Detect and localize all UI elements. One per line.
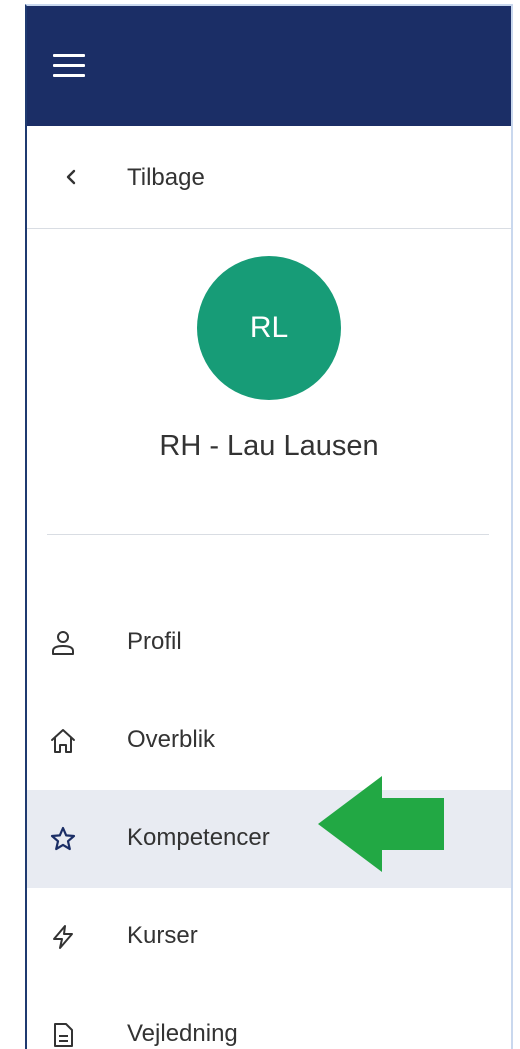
nav-item-profil[interactable]: Profil: [27, 594, 511, 692]
avatar: RL: [197, 256, 341, 400]
document-icon: [54, 1023, 73, 1047]
side-menu: Tilbage RL RH - Lau Lausen Profil Overbl…: [25, 4, 513, 1049]
hamburger-icon[interactable]: [53, 54, 85, 78]
nav-item-vejledning[interactable]: Vejledning: [27, 986, 511, 1049]
star-icon: [50, 826, 76, 851]
user-name: RH - Lau Lausen: [159, 430, 379, 462]
nav-item-label: Kurser: [127, 922, 198, 949]
nav-item-label: Vejledning: [127, 1020, 238, 1047]
nav-item-label: Profil: [127, 628, 182, 655]
green-arrow-icon: [318, 776, 444, 872]
divider: [47, 534, 489, 535]
nav-item-label: Kompetencer: [127, 824, 270, 851]
home-icon: [51, 729, 75, 753]
back-button[interactable]: Tilbage: [27, 126, 511, 229]
lightning-icon: [53, 925, 73, 949]
person-icon: [52, 631, 74, 655]
chevron-left-icon: [66, 169, 76, 185]
avatar-initials: RL: [249, 311, 289, 344]
nav-item-kurser[interactable]: Kurser: [27, 888, 511, 986]
back-label: Tilbage: [127, 164, 205, 191]
nav-item-label: Overblik: [127, 726, 216, 753]
top-bar: [27, 6, 511, 126]
